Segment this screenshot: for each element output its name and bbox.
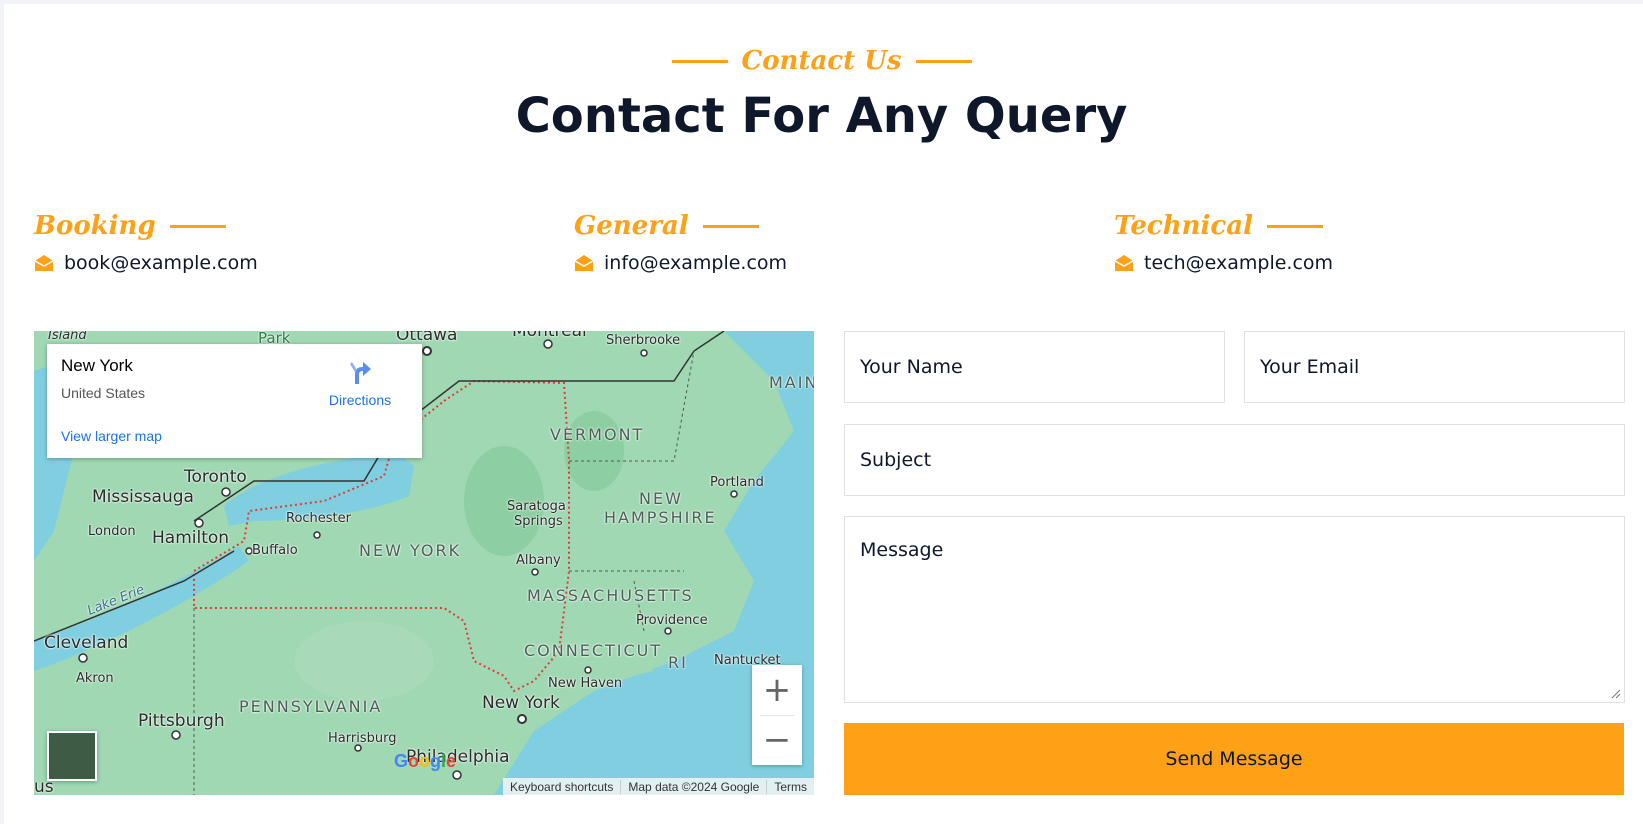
contact-label: Booking	[34, 211, 156, 241]
contact-technical: Technical tech@example.com	[1114, 206, 1333, 274]
contact-label: Technical	[1114, 211, 1253, 241]
message-textarea[interactable]: Message	[844, 516, 1625, 703]
map-label: New York	[482, 693, 560, 713]
map-label: Cleveland	[44, 633, 129, 653]
contact-dash	[702, 224, 759, 228]
map-label: New Haven	[548, 676, 623, 691]
contact-general: General info@example.com	[574, 206, 787, 274]
contact-label: General	[574, 211, 689, 241]
satellite-layer-toggle[interactable]	[47, 731, 97, 781]
map-label: Portland	[710, 475, 764, 490]
envelope-open-icon	[1114, 255, 1134, 271]
map-label: Montreal	[512, 331, 587, 341]
map-label: Springs	[514, 514, 563, 529]
place-info-card: New York United States View larger map D…	[47, 344, 422, 458]
map-label: Providence	[636, 613, 708, 628]
map-label: VERMONT	[550, 425, 645, 444]
email-placeholder: Your Email	[1260, 356, 1360, 378]
contact-booking: Booking book@example.com	[34, 206, 258, 274]
map-label: Mississauga	[92, 487, 194, 507]
map-label: Hamilton	[152, 528, 230, 548]
directions-label: Directions	[328, 392, 392, 408]
eyebrow-text: Contact Us	[741, 46, 902, 76]
map-label: Buffalo	[252, 543, 298, 558]
map-label: Saratoga	[507, 499, 566, 514]
map-data-text: Map data ©2024 Google	[620, 779, 766, 794]
map-label: Island	[48, 331, 87, 343]
eyebrow-dash-right	[915, 59, 972, 63]
map-label: MASSACHUSETTS	[527, 586, 694, 605]
resize-handle-icon[interactable]	[1611, 689, 1621, 699]
top-border	[0, 0, 1643, 4]
name-field[interactable]: Your Name	[844, 331, 1225, 403]
map-label: Toronto	[184, 467, 247, 487]
map-label: Harrisburg	[328, 731, 397, 746]
map-label: HAMPSHIRE	[604, 508, 717, 527]
contact-email[interactable]: tech@example.com	[1144, 252, 1333, 274]
zoom-in-button[interactable]: +	[752, 665, 802, 715]
map-label: Ottawa	[396, 331, 458, 345]
zoom-control: + −	[752, 665, 802, 765]
map-label: RI	[668, 653, 688, 672]
section-eyebrow: Contact Us	[0, 46, 1643, 76]
map-label: Albany	[516, 553, 561, 568]
envelope-open-icon	[34, 255, 54, 271]
map-attribution: Keyboard shortcuts Map data ©2024 Google…	[503, 778, 814, 795]
map-label: NEW YORK	[359, 541, 462, 560]
place-title: New York	[61, 356, 133, 375]
contact-dash	[1266, 224, 1323, 228]
name-placeholder: Your Name	[860, 356, 963, 378]
map-label: Pittsburgh	[138, 711, 225, 731]
map-label: MAIN	[769, 373, 814, 392]
send-message-button[interactable]: Send Message	[844, 723, 1624, 795]
directions-button[interactable]: Directions	[320, 358, 400, 408]
view-larger-map-link[interactable]: View larger map	[61, 428, 162, 444]
map-label: Sherbrooke	[606, 333, 681, 348]
contact-dash	[169, 224, 226, 228]
directions-icon	[350, 362, 371, 384]
eyebrow-dash-left	[671, 59, 728, 63]
email-field[interactable]: Your Email	[1244, 331, 1625, 403]
map-label: London	[88, 524, 136, 539]
page-title: Contact For Any Query	[515, 88, 1128, 144]
message-placeholder: Message	[860, 539, 944, 561]
place-subtitle: United States	[61, 385, 146, 401]
embedded-map[interactable]: Island Park Ottawa Montreal Sherbrooke M…	[34, 331, 814, 795]
map-label: CONNECTICUT	[524, 641, 663, 660]
zoom-out-button[interactable]: −	[752, 715, 802, 765]
map-label: Rochester	[286, 511, 351, 526]
subject-field[interactable]: Subject	[844, 424, 1625, 496]
contact-email[interactable]: book@example.com	[64, 252, 258, 274]
keyboard-shortcuts-link[interactable]: Keyboard shortcuts	[503, 780, 620, 794]
envelope-open-icon	[574, 255, 594, 271]
map-label: NEW	[639, 489, 683, 508]
map-label: Akron	[76, 671, 114, 686]
map-label: PENNSYLVANIA	[239, 697, 383, 716]
terms-link[interactable]: Terms	[766, 779, 814, 794]
subject-placeholder: Subject	[860, 449, 932, 471]
contact-email[interactable]: info@example.com	[604, 252, 787, 274]
google-logo: Google	[394, 751, 457, 771]
